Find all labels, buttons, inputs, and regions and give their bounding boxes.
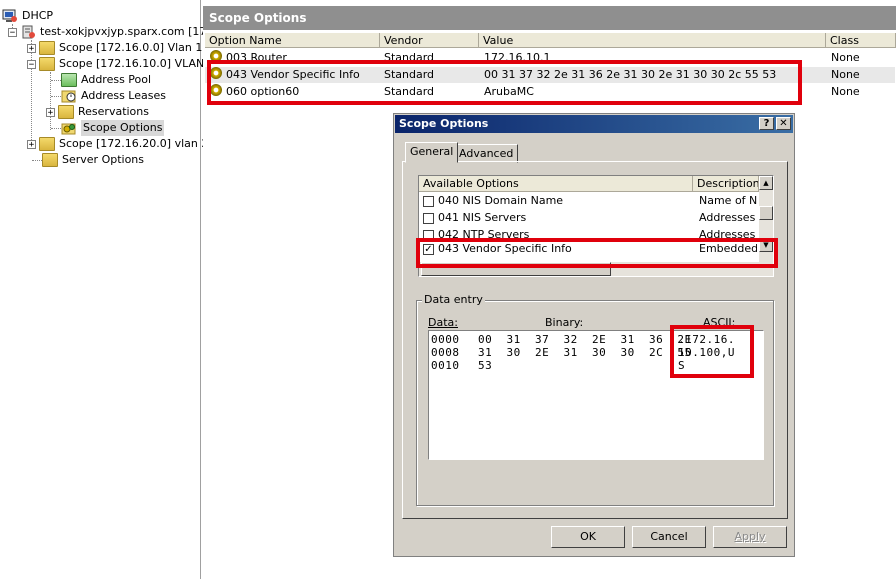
column-header-available-options[interactable]: Available Options (419, 176, 693, 192)
data-label: Data: (428, 316, 458, 329)
address-leases-icon (61, 89, 77, 103)
data-address: 0000 (431, 333, 460, 346)
row-class: None (831, 51, 860, 64)
tree-item-scope-vlan20[interactable]: + Scope [172.16.20.0] vlan 20 (27, 136, 215, 152)
tree-item-reservations[interactable]: + Reservations (46, 104, 149, 120)
highlight-annotation (207, 60, 802, 105)
tree-item-scope-options[interactable]: Scope Options (61, 120, 165, 136)
reservations-folder-icon (58, 105, 74, 119)
tree-item-address-pool[interactable]: Address Pool (61, 72, 151, 88)
tree-item-server-options[interactable]: Server Options (42, 152, 144, 168)
collapse-icon[interactable]: − (8, 27, 17, 37)
scope-folder-icon (39, 57, 55, 71)
tree-item-scope-vlan10[interactable]: − Scope [172.16.10.0] VLAN 1 (27, 56, 215, 72)
data-hex: 53 (478, 359, 493, 372)
tree-label-dhcp: DHCP (22, 9, 54, 22)
help-button[interactable]: ? (759, 117, 774, 130)
option-name: 041 NIS Servers (438, 211, 527, 224)
data-entry-group-label: Data entry (422, 293, 485, 306)
tree-connector (51, 80, 61, 81)
tree-label-address-pool: Address Pool (81, 73, 152, 86)
option-description: Addresses o (699, 228, 757, 238)
tree-item-address-leases[interactable]: Address Leases (61, 88, 166, 104)
server-icon (20, 25, 36, 39)
option-checkbox[interactable] (423, 212, 434, 224)
tree-label-scope-vlan1: Scope [172.16.0.0] Vlan 1 (59, 41, 203, 54)
apply-button[interactable]: Apply (713, 526, 787, 548)
tree-label-scope-vlan10: Scope [172.16.10.0] VLAN 1 (59, 57, 215, 70)
dialog-title: Scope Options (399, 117, 489, 130)
highlight-annotation (416, 238, 778, 268)
tab-general[interactable]: General (405, 142, 459, 163)
row-class: None (831, 68, 860, 81)
scope-folder-icon (39, 137, 55, 151)
option-description: Addresses o (699, 211, 757, 224)
scroll-thumb[interactable] (759, 206, 773, 220)
scope-options-icon (61, 121, 77, 135)
expand-icon[interactable]: + (27, 43, 36, 53)
ok-button[interactable]: OK (551, 526, 625, 548)
column-header-value[interactable]: Value (479, 33, 826, 48)
option-name: 040 NIS Domain Name (438, 194, 564, 207)
dialog-titlebar[interactable]: Scope Options ? ✕ (395, 115, 793, 133)
tree-item-server[interactable]: − test-xokjpvxjyp.sparx.com [172 (8, 24, 213, 40)
tree-label-server-options: Server Options (62, 153, 145, 166)
tree-connector (51, 128, 61, 129)
binary-label: Binary: (545, 316, 584, 329)
expand-icon[interactable]: + (27, 139, 36, 149)
pane-title: Scope Options (203, 6, 896, 30)
column-header-class[interactable]: Class (826, 33, 896, 48)
console-tree: DHCP − test-xokjpvxjyp.sparx.com [172 + … (0, 0, 215, 579)
data-address: 0010 (431, 359, 460, 372)
server-options-folder-icon (42, 153, 58, 167)
scroll-up-arrow-icon[interactable]: ▲ (759, 176, 773, 190)
data-address: 0008 (431, 346, 460, 359)
scope-folder-icon (39, 41, 55, 55)
collapse-icon[interactable]: − (27, 59, 36, 69)
dhcp-icon (2, 9, 18, 23)
tree-label-reservations: Reservations (78, 105, 149, 118)
option-checkbox[interactable] (423, 229, 434, 238)
column-header-option-name[interactable]: Option Name (205, 33, 380, 48)
cancel-button[interactable]: Cancel (632, 526, 706, 548)
tree-label-server: test-xokjpvxjyp.sparx.com [172 (40, 25, 214, 38)
tree-item-scope-vlan1[interactable]: + Scope [172.16.0.0] Vlan 1 (27, 40, 202, 56)
tree-label-address-leases: Address Leases (81, 89, 166, 102)
option-name: 042 NTP Servers (438, 228, 530, 238)
data-hex: 00 31 37 32 2E 31 36 2E (478, 333, 692, 346)
column-header-description[interactable]: Description (693, 176, 759, 192)
option-description: Name of Ne (699, 194, 757, 207)
tree-connector (51, 96, 61, 97)
tree-item-dhcp[interactable]: DHCP (2, 8, 53, 24)
option-checkbox[interactable] (423, 195, 434, 207)
expand-icon[interactable]: + (46, 107, 55, 117)
data-hex: 31 30 2E 31 30 30 2C 55 (478, 346, 692, 359)
option-row[interactable]: 042 NTP Servers Addresses o (423, 228, 757, 238)
tree-label-scope-vlan20: Scope [172.16.20.0] vlan 20 (59, 137, 216, 150)
highlight-annotation (670, 325, 754, 378)
option-row[interactable]: 041 NIS Servers Addresses o (423, 211, 757, 227)
column-header-vendor[interactable]: Vendor (380, 33, 479, 48)
tree-connector (32, 160, 42, 161)
address-pool-icon (61, 73, 77, 87)
row-class: None (831, 85, 860, 98)
close-button[interactable]: ✕ (776, 117, 791, 130)
tree-label-scope-options: Scope Options (81, 120, 165, 136)
option-row[interactable]: 040 NIS Domain Name Name of Ne (423, 194, 757, 210)
